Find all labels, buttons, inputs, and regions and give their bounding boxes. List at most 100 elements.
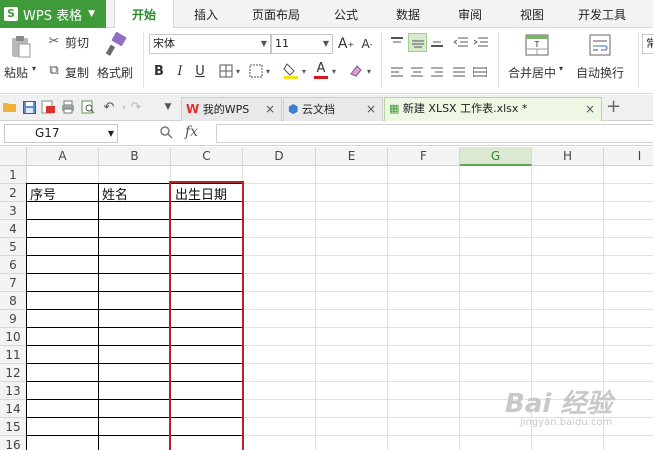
close-icon[interactable]: ×	[585, 98, 595, 120]
number-format-select[interactable]: 常	[642, 34, 653, 54]
underline-button[interactable]: U	[193, 62, 207, 80]
print-preview-icon[interactable]	[80, 99, 96, 115]
export-pdf-icon[interactable]	[40, 99, 56, 115]
tab-cloud-docs[interactable]: ⬢ 云文档 ×	[283, 97, 383, 121]
merge-center-icon[interactable]: T	[524, 33, 550, 57]
tab-data[interactable]: 数据	[388, 0, 428, 28]
chevron-down-icon[interactable]: ▾	[300, 62, 308, 80]
chevron-down-icon[interactable]: ▾	[559, 64, 563, 73]
align-left-icon[interactable]	[389, 64, 405, 80]
fill-color-icon[interactable]	[283, 61, 299, 79]
tab-home[interactable]: 开始	[114, 0, 174, 29]
column-header-h[interactable]: H	[532, 147, 604, 166]
row-header-11[interactable]: 11	[0, 346, 27, 364]
column-header-c[interactable]: C	[171, 147, 243, 166]
format-painter-icon[interactable]	[104, 32, 128, 58]
zoom-function-icon[interactable]	[159, 125, 173, 143]
tab-my-wps-label: 我的WPS	[202, 103, 250, 116]
chevron-down-icon[interactable]: ▾	[365, 62, 373, 80]
print-icon[interactable]	[60, 99, 76, 115]
column-header-b[interactable]: B	[99, 147, 171, 166]
row-header-15[interactable]: 15	[0, 418, 27, 436]
chevron-down-icon[interactable]: ▾	[234, 62, 242, 80]
merge-center-button[interactable]: 合并居中	[508, 64, 556, 81]
align-middle-icon[interactable]	[408, 33, 427, 52]
wrap-text-button[interactable]: 自动换行	[576, 64, 624, 81]
chevron-down-icon[interactable]: ▾	[264, 62, 272, 80]
tab-my-wps[interactable]: W 我的WPS ×	[181, 97, 282, 121]
copy-icon[interactable]: ⧉	[46, 62, 62, 78]
align-bottom-icon[interactable]	[429, 34, 445, 50]
column-header-d[interactable]: D	[243, 147, 316, 166]
justify-icon[interactable]	[451, 64, 467, 80]
row-header-7[interactable]: 7	[0, 274, 27, 292]
paste-icon[interactable]	[8, 34, 34, 60]
paste-dropdown-icon[interactable]: ▾	[32, 64, 36, 73]
decrease-font-icon[interactable]: A-	[358, 35, 376, 53]
row-header-10[interactable]: 10	[0, 328, 27, 346]
border-icon[interactable]	[218, 62, 234, 80]
paste-label[interactable]: 粘贴	[4, 64, 28, 81]
column-header-e[interactable]: E	[316, 147, 388, 166]
scissors-icon[interactable]: ✂	[46, 33, 62, 49]
app-menu-button[interactable]: S WPS 表格 ▼	[0, 0, 106, 28]
column-header-a[interactable]: A	[27, 147, 99, 166]
tab-view[interactable]: 视图	[512, 0, 552, 28]
copy-button[interactable]: 复制	[65, 64, 89, 81]
align-center-icon[interactable]	[409, 64, 425, 80]
font-name-select[interactable]: 宋体 ▼	[149, 34, 271, 54]
select-all-corner[interactable]	[0, 147, 27, 166]
increase-indent-icon[interactable]	[473, 34, 489, 50]
close-icon[interactable]: ×	[265, 98, 275, 120]
quick-access-dropdown-icon[interactable]: ▼	[160, 99, 176, 115]
formula-input[interactable]	[216, 124, 653, 143]
cut-button[interactable]: 剪切	[65, 34, 89, 51]
tab-developer[interactable]: 开发工具	[572, 0, 632, 28]
tab-page-layout[interactable]: 页面布局	[244, 0, 308, 28]
align-right-icon[interactable]	[429, 64, 445, 80]
row-header-12[interactable]: 12	[0, 364, 27, 382]
row-header-2[interactable]: 2	[0, 184, 27, 202]
font-color-icon[interactable]: A	[313, 60, 329, 80]
italic-button[interactable]: I	[173, 62, 187, 80]
row-header-3[interactable]: 3	[0, 202, 27, 220]
column-header-f[interactable]: F	[388, 147, 460, 166]
distributed-align-icon[interactable]	[471, 64, 489, 80]
decrease-indent-icon[interactable]	[453, 34, 469, 50]
row-header-4[interactable]: 4	[0, 220, 27, 238]
chevron-down-icon[interactable]: ▾	[330, 62, 338, 80]
row-header-6[interactable]: 6	[0, 256, 27, 274]
tab-formula[interactable]: 公式	[326, 0, 366, 28]
font-size-select[interactable]: 11 ▼	[271, 34, 333, 54]
cell-style-icon[interactable]	[248, 62, 264, 80]
column-header-i[interactable]: I	[604, 147, 653, 166]
add-tab-button[interactable]: +	[606, 96, 621, 118]
save-icon[interactable]	[21, 99, 37, 115]
row-header-13[interactable]: 13	[0, 382, 27, 400]
spreadsheet-grid[interactable]: ABCDEFGHI 1 2 3 4 5 6 7 8 9 10 11 12 13 14 15 16 序号 姓名 …	[0, 147, 653, 450]
bold-button[interactable]: B	[152, 62, 166, 80]
row-header-16[interactable]: 16	[0, 436, 27, 450]
tab-review[interactable]: 审阅	[450, 0, 490, 28]
name-box[interactable]: G17 ▼	[4, 124, 118, 143]
tab-current-workbook-label: 新建 XLSX 工作表.xlsx *	[402, 102, 528, 115]
wps-icon: W	[186, 102, 200, 116]
tab-insert[interactable]: 插入	[182, 0, 230, 28]
align-top-icon[interactable]	[389, 34, 405, 50]
row-header-9[interactable]: 9	[0, 310, 27, 328]
open-folder-icon[interactable]	[2, 99, 18, 115]
row-header-1[interactable]: 1	[0, 166, 27, 184]
row-header-14[interactable]: 14	[0, 400, 27, 418]
clear-format-icon[interactable]	[348, 61, 364, 79]
insert-function-button[interactable]: fx	[185, 124, 198, 140]
column-header-g[interactable]: G	[460, 147, 532, 166]
tab-current-workbook[interactable]: ▦ 新建 XLSX 工作表.xlsx * ×	[384, 97, 602, 121]
row-header-8[interactable]: 8	[0, 292, 27, 310]
increase-font-icon[interactable]: A +	[337, 35, 355, 53]
row-header-5[interactable]: 5	[0, 238, 27, 256]
wrap-text-icon[interactable]	[587, 33, 613, 57]
close-icon[interactable]: ×	[366, 98, 376, 120]
format-painter-button[interactable]: 格式刷	[97, 64, 133, 81]
redo-icon[interactable]: ↷	[128, 99, 144, 115]
undo-icon[interactable]: ↶	[101, 99, 117, 115]
